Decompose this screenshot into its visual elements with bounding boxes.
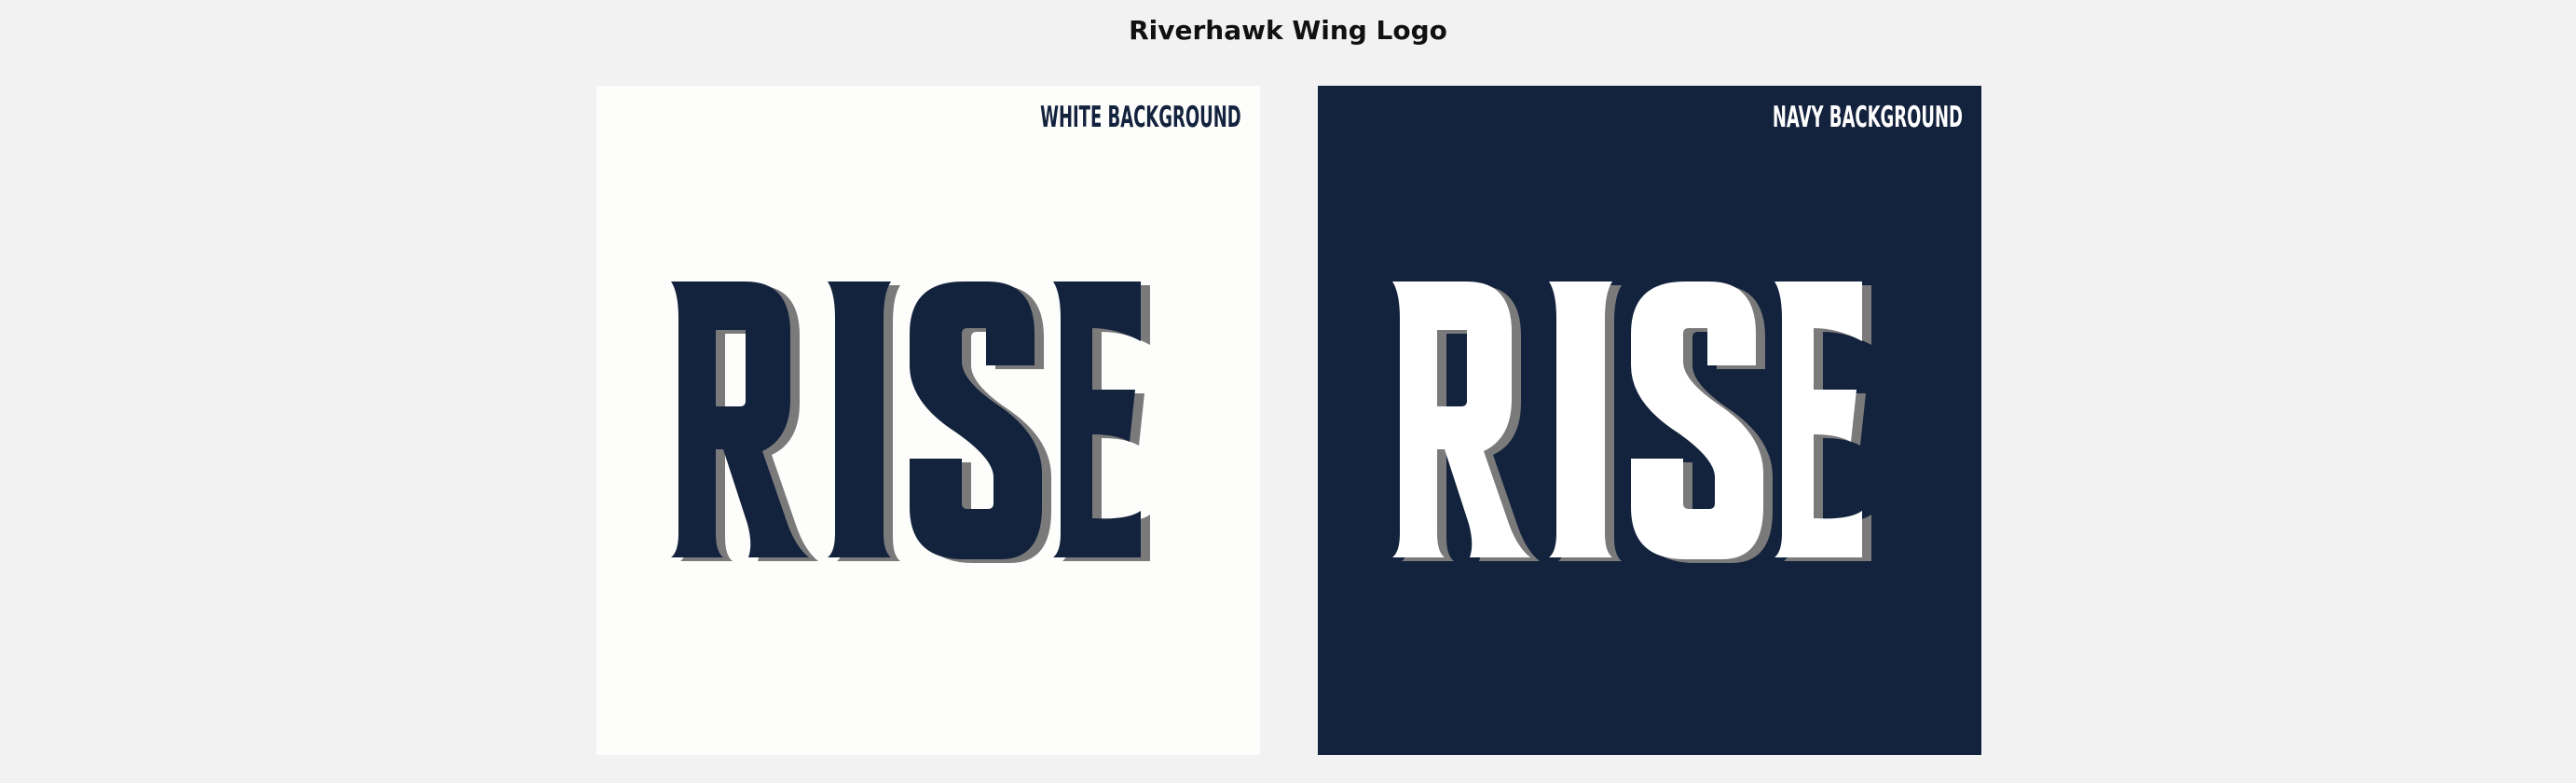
- page-title: Riverhawk Wing Logo: [1129, 15, 1447, 46]
- navy-background-panel: NAVY BACKGROUND: [1318, 86, 1981, 755]
- white-background-panel: WHITE BACKGROUND: [596, 86, 1260, 755]
- rise-logo: [1392, 282, 1871, 563]
- letter-face: [1549, 282, 1612, 557]
- logo-letter-i: [828, 282, 900, 561]
- logo-letter-s: [1631, 282, 1773, 563]
- logo-letter-r: [1392, 282, 1540, 561]
- logo-letter-e: [1774, 282, 1871, 561]
- rise-logo: [671, 282, 1150, 563]
- logo-letter-r: [671, 282, 818, 561]
- logo-letter-i: [1549, 282, 1622, 561]
- logo-letter-e: [1053, 282, 1150, 561]
- logo-letter-s: [910, 282, 1051, 563]
- letter-face: [828, 282, 891, 557]
